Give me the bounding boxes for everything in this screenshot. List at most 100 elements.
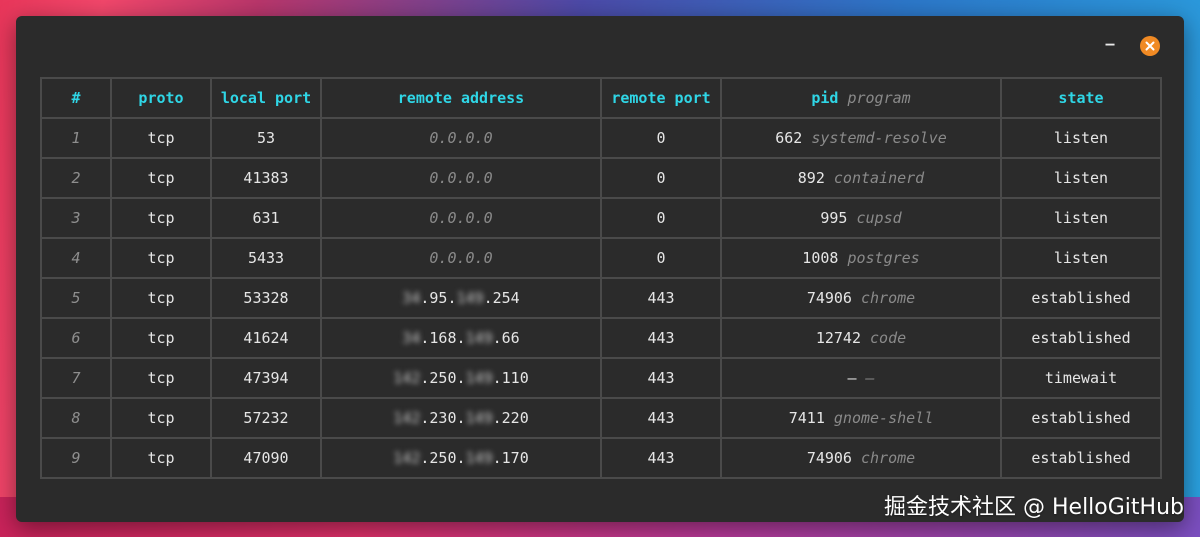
row-index: 8: [40, 397, 112, 439]
row-index: 5: [40, 277, 112, 319]
row-pid: 74906: [806, 449, 852, 467]
ip-redacted: 34: [402, 329, 421, 347]
minimize-button[interactable]: –: [1103, 36, 1117, 52]
row-proto: tcp: [110, 277, 212, 319]
row-index: 3: [40, 197, 112, 239]
row-proto: tcp: [110, 357, 212, 399]
row-remote-port: 443: [600, 437, 722, 479]
ip-redacted: 149: [465, 329, 493, 347]
row-index: 1: [40, 117, 112, 159]
row-remote-port: 0: [600, 237, 722, 279]
ip-part: 0.0.0.0: [429, 129, 493, 147]
row-local-port: 57232: [210, 397, 322, 439]
row-program: postgres: [847, 249, 920, 267]
row-remote-address: 34.168.149.66: [320, 317, 602, 359]
ip-part: .230.: [420, 409, 466, 427]
row-state: established: [1000, 317, 1162, 359]
row-program: code: [870, 329, 907, 347]
row-index: 4: [40, 237, 112, 279]
row-local-port: 47090: [210, 437, 322, 479]
ip-redacted: 149: [465, 449, 493, 467]
ip-redacted: 149: [465, 409, 493, 427]
close-icon: [1145, 41, 1155, 51]
row-remote-port: 0: [600, 157, 722, 199]
table-header-row: # proto local port remote address remote…: [40, 77, 1162, 119]
row-pid-program: 662 systemd-resolve: [720, 117, 1002, 159]
row-index: 2: [40, 157, 112, 199]
row-pid-program: 74906 chrome: [720, 277, 1002, 319]
row-pid-program: – –: [720, 357, 1002, 399]
row-state: listen: [1000, 197, 1162, 239]
row-local-port: 53: [210, 117, 322, 159]
ip-part: .250.: [420, 449, 466, 467]
row-pid: 1008: [802, 249, 839, 267]
row-state: established: [1000, 437, 1162, 479]
row-proto: tcp: [110, 157, 212, 199]
watermark: 掘金技术社区 @ HelloGitHub: [884, 495, 1184, 520]
ip-part: 0.0.0.0: [429, 169, 493, 187]
terminal-window: – # proto local port remote address remo…: [16, 16, 1184, 522]
row-remote-address: 142.250.149.170: [320, 437, 602, 479]
header-pid-program: pid program: [720, 77, 1002, 119]
ip-part: 0.0.0.0: [429, 249, 493, 267]
ip-part: .168.: [420, 329, 466, 347]
ip-part: .220: [492, 409, 529, 427]
ip-part: .110: [492, 369, 529, 387]
row-local-port: 631: [210, 197, 322, 239]
ip-redacted: 34: [402, 289, 421, 307]
ip-part: .95.: [420, 289, 457, 307]
table-row: 5 tcp 53328 34.95.149.254 443 74906 chro…: [40, 277, 1162, 319]
connections-table: # proto local port remote address remote…: [40, 77, 1162, 479]
row-remote-address: 0.0.0.0: [320, 117, 602, 159]
row-local-port: 5433: [210, 237, 322, 279]
row-remote-port: 0: [600, 197, 722, 239]
row-remote-address: 142.250.149.110: [320, 357, 602, 399]
row-program: cupsd: [856, 209, 902, 227]
row-local-port: 53328: [210, 277, 322, 319]
row-pid-program: 74906 chrome: [720, 437, 1002, 479]
row-proto: tcp: [110, 237, 212, 279]
row-remote-address: 0.0.0.0: [320, 237, 602, 279]
table-row: 3 tcp 631 0.0.0.0 0 995 cupsd listen: [40, 197, 1162, 239]
row-remote-address: 0.0.0.0: [320, 157, 602, 199]
row-local-port: 41383: [210, 157, 322, 199]
row-pid: 74906: [806, 289, 852, 307]
ip-redacted: 149: [456, 289, 484, 307]
header-pid: pid: [811, 89, 839, 107]
header-local-port: local port: [210, 77, 322, 119]
row-index: 9: [40, 437, 112, 479]
header-program: program: [847, 89, 911, 107]
row-state: listen: [1000, 157, 1162, 199]
ip-part: .254: [483, 289, 520, 307]
row-pid: 12742: [815, 329, 861, 347]
header-remote-address: remote address: [320, 77, 602, 119]
header-index: #: [40, 77, 112, 119]
row-local-port: 41624: [210, 317, 322, 359]
row-pid: 995: [820, 209, 848, 227]
row-pid-program: 12742 code: [720, 317, 1002, 359]
row-pid-program: 7411 gnome-shell: [720, 397, 1002, 439]
row-state: established: [1000, 397, 1162, 439]
row-remote-port: 443: [600, 397, 722, 439]
row-pid-program: 892 containerd: [720, 157, 1002, 199]
row-remote-port: 443: [600, 317, 722, 359]
row-proto: tcp: [110, 117, 212, 159]
row-proto: tcp: [110, 317, 212, 359]
table-row: 8 tcp 57232 142.230.149.220 443 7411 gno…: [40, 397, 1162, 439]
row-program: systemd-resolve: [811, 129, 947, 147]
row-state: established: [1000, 277, 1162, 319]
close-button[interactable]: [1140, 36, 1160, 56]
row-program: chrome: [861, 289, 916, 307]
ip-redacted: 142: [393, 369, 421, 387]
header-proto: proto: [110, 77, 212, 119]
ip-redacted: 149: [465, 369, 493, 387]
row-program: containerd: [833, 169, 925, 187]
header-remote-port: remote port: [600, 77, 722, 119]
ip-redacted: 142: [393, 409, 421, 427]
table-row: 9 tcp 47090 142.250.149.170 443 74906 ch…: [40, 437, 1162, 479]
row-index: 7: [40, 357, 112, 399]
row-program: chrome: [861, 449, 916, 467]
row-state: listen: [1000, 237, 1162, 279]
row-index: 6: [40, 317, 112, 359]
ip-redacted: 142: [393, 449, 421, 467]
